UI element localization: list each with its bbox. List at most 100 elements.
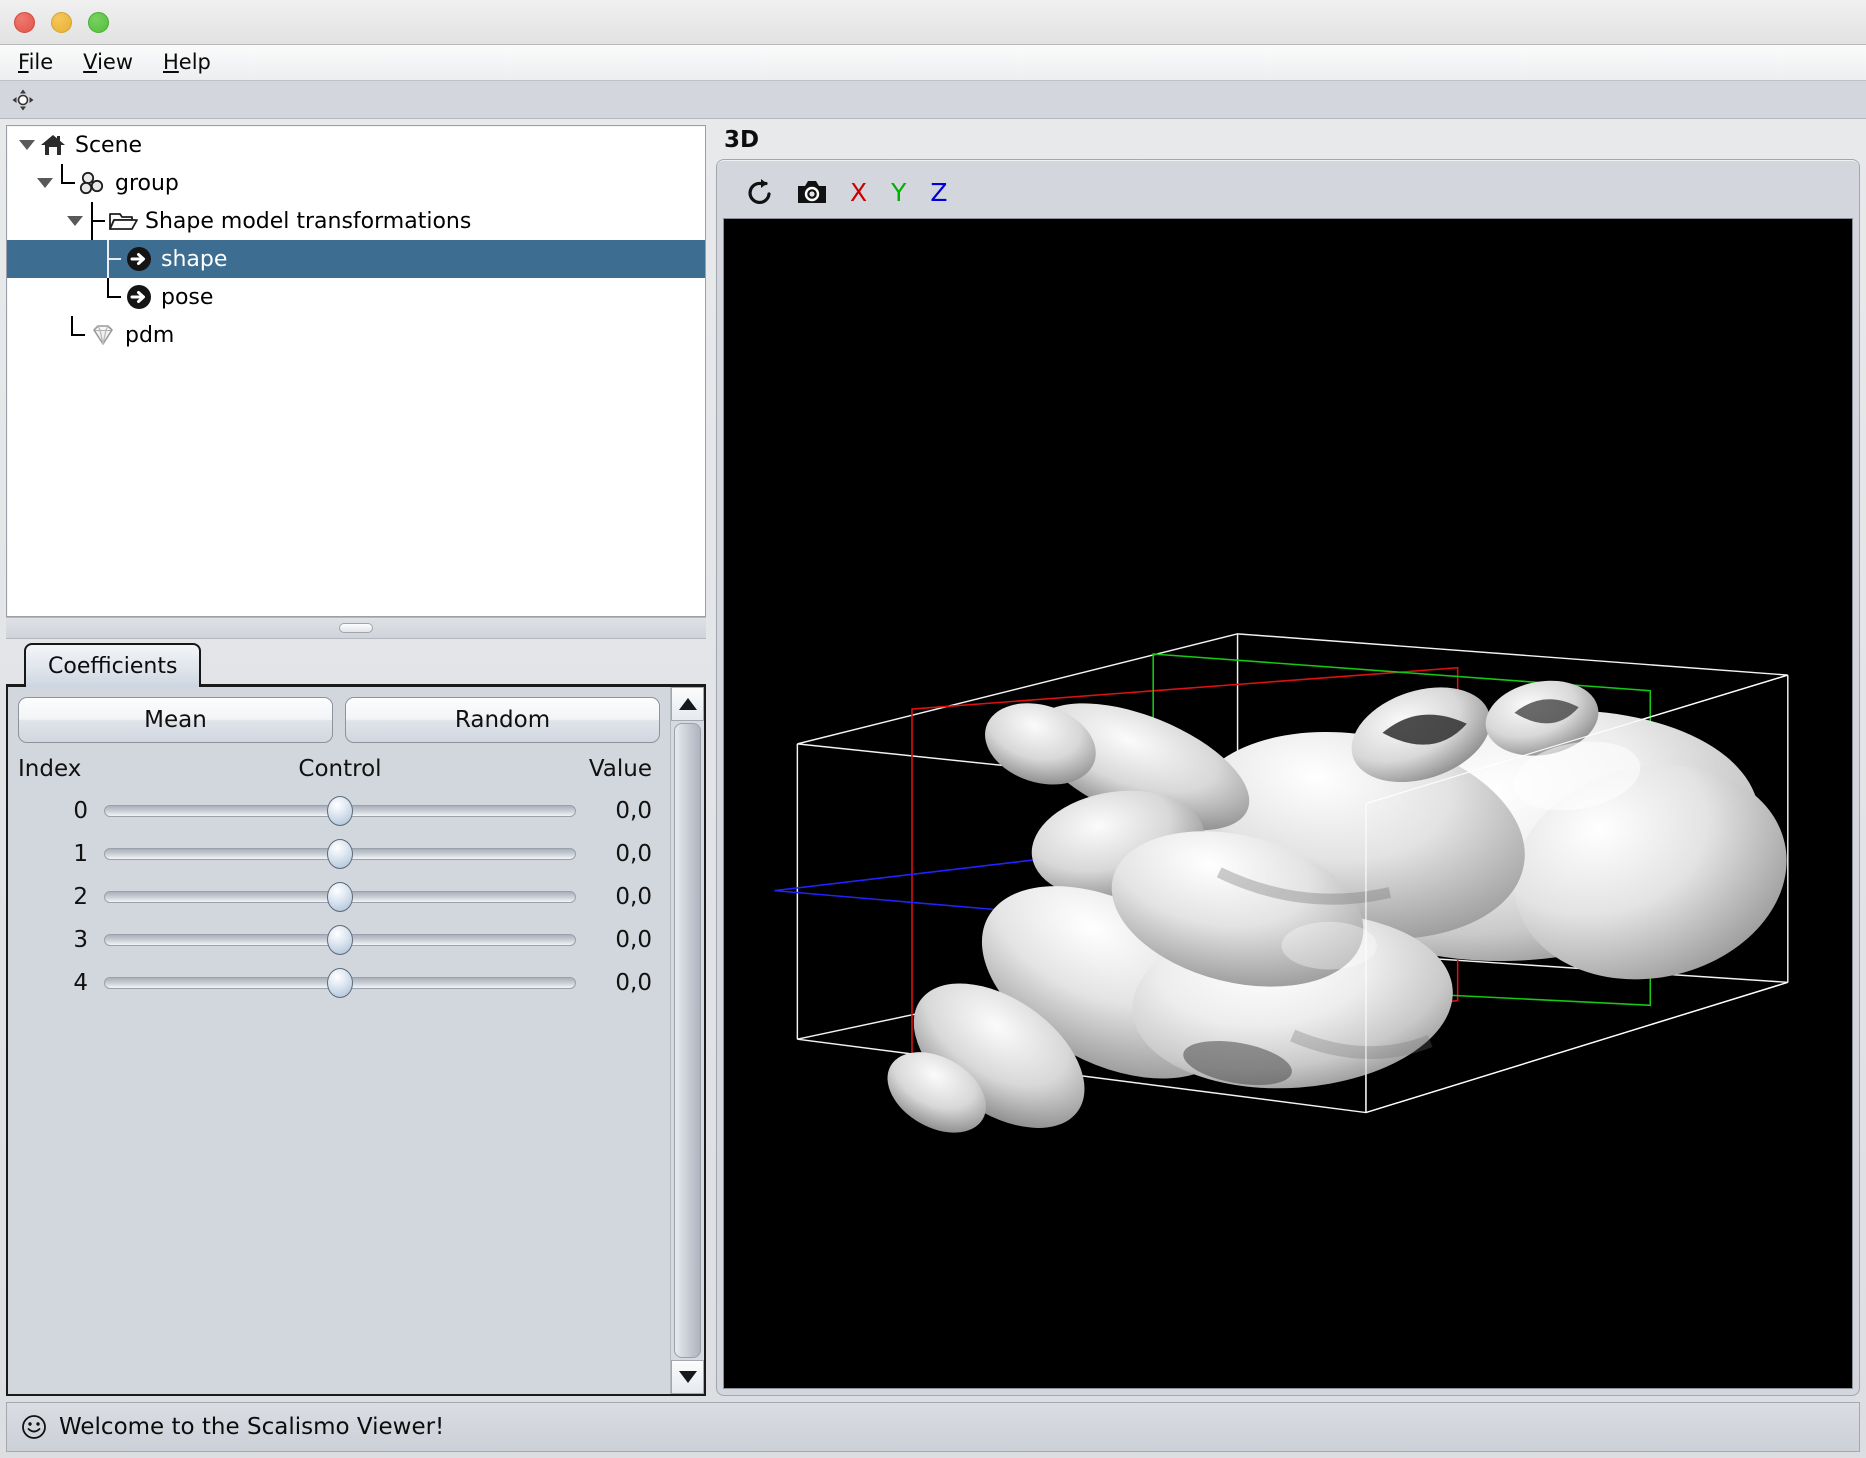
application-window: File View Help Scene group Shape model t… — [0, 0, 1866, 1458]
tree-node-pdm-label: pdm — [125, 322, 175, 348]
arrow-circle-icon — [123, 282, 155, 312]
coefficient-index: 0 — [73, 797, 88, 824]
slider-thumb[interactable] — [327, 967, 353, 998]
menu-file[interactable]: File — [14, 50, 57, 75]
coefficient-slider[interactable] — [104, 961, 576, 1004]
coefficient-slider[interactable] — [104, 832, 576, 875]
coefficient-slider[interactable] — [104, 875, 576, 918]
coefficients-body: Mean Random Index Control Value 0 0,0 1 … — [8, 687, 670, 1394]
triangle-up-icon — [678, 698, 697, 710]
reset-camera-button[interactable] — [743, 175, 777, 209]
window-controls — [14, 11, 109, 33]
close-button[interactable] — [14, 11, 35, 33]
tree-node-shape-model-transformations[interactable]: Shape model transformations — [7, 202, 705, 240]
shape-model-transformations-expand-toggle[interactable] — [65, 202, 85, 240]
tree-connector — [85, 202, 107, 240]
camera-icon — [798, 181, 826, 203]
slider-thumb[interactable] — [327, 795, 353, 826]
slider-thumb[interactable] — [327, 838, 353, 869]
axis-y-button[interactable]: Y — [888, 178, 909, 207]
tree-connector — [65, 316, 87, 354]
axis-x-button[interactable]: X — [847, 178, 870, 207]
maximize-button[interactable] — [88, 11, 109, 33]
home-icon — [37, 130, 69, 160]
scroll-up-button[interactable] — [671, 687, 704, 721]
coefficient-index: 4 — [73, 969, 88, 996]
3d-scene — [724, 358, 1852, 1249]
random-button-label: Random — [454, 707, 551, 733]
tree-node-group-label: group — [115, 170, 179, 196]
scroll-down-button[interactable] — [671, 1360, 704, 1394]
tree-node-scene[interactable]: Scene — [7, 126, 705, 164]
tree-node-shape-label: shape — [161, 246, 228, 272]
coefficient-row: 4 0,0 — [18, 961, 660, 1004]
rotate-ccw-icon — [748, 179, 771, 204]
triangle-down-icon — [678, 1371, 697, 1383]
tree-node-pose[interactable]: pose — [7, 278, 705, 316]
minimize-button[interactable] — [51, 11, 72, 33]
menu-help-mnemonic: H — [163, 50, 179, 74]
group-expand-toggle[interactable] — [35, 164, 55, 202]
scene-tree[interactable]: Scene group Shape model transformations … — [6, 125, 706, 617]
left-pane: Scene group Shape model transformations … — [6, 125, 706, 1396]
scrollbar-thumb[interactable] — [674, 723, 701, 1358]
tree-connector — [101, 278, 123, 316]
menu-help-rest: elp — [178, 50, 211, 74]
slider-thumb[interactable] — [327, 881, 353, 912]
coefficient-row: 2 0,0 — [18, 875, 660, 918]
tree-node-scene-label: Scene — [75, 132, 143, 158]
tree-connector — [55, 164, 77, 202]
coefficient-row: 3 0,0 — [18, 918, 660, 961]
viewport-frame: X Y Z — [716, 159, 1860, 1396]
axis-z-button[interactable]: Z — [927, 178, 950, 207]
pane-splitter[interactable] — [6, 617, 706, 639]
menu-file-rest: ile — [28, 50, 54, 74]
tree-node-shape-model-transformations-label: Shape model transformations — [145, 208, 472, 234]
coefficients-scrollbar[interactable] — [670, 687, 704, 1394]
status-message: Welcome to the Scalismo Viewer! — [59, 1414, 445, 1440]
slider-thumb[interactable] — [327, 924, 353, 955]
tree-node-pose-label: pose — [161, 284, 214, 310]
coefficient-index: 2 — [73, 883, 88, 910]
tree-node-pdm[interactable]: pdm — [7, 316, 705, 354]
tree-node-shape[interactable]: shape — [7, 240, 705, 278]
coefficient-row: 0 0,0 — [18, 789, 660, 832]
menu-view-rest: iew — [97, 50, 133, 74]
header-value: Value — [588, 756, 652, 782]
tab-coefficients[interactable]: Coefficients — [24, 643, 202, 687]
scene-expand-toggle[interactable] — [17, 126, 37, 164]
splitter-grip[interactable] — [339, 623, 373, 633]
group-icon — [77, 168, 109, 198]
tab-strip: Coefficients — [6, 639, 706, 687]
arrow-circle-icon — [123, 244, 155, 274]
diamond-icon — [87, 320, 119, 350]
coefficient-value: 0,0 — [615, 840, 652, 867]
random-button[interactable]: Random — [345, 697, 660, 743]
coefficient-index: 3 — [73, 926, 88, 953]
3d-canvas[interactable] — [723, 218, 1853, 1389]
smiley-icon — [22, 1415, 46, 1439]
coefficient-row: 1 0,0 — [18, 832, 660, 875]
right-pane: 3D X Y Z — [706, 125, 1860, 1396]
coefficient-slider[interactable] — [104, 918, 576, 961]
folder-open-icon — [107, 206, 139, 236]
move-tool-button[interactable] — [10, 87, 36, 113]
move-icon — [12, 89, 34, 110]
tree-node-group[interactable]: group — [7, 164, 705, 202]
tab-coefficients-label: Coefficients — [48, 653, 178, 679]
menu-view[interactable]: View — [79, 50, 137, 75]
coefficient-value: 0,0 — [615, 926, 652, 953]
coefficients-button-row: Mean Random — [18, 697, 660, 743]
mean-button[interactable]: Mean — [18, 697, 333, 743]
screenshot-button[interactable] — [795, 175, 829, 209]
coefficient-slider[interactable] — [104, 789, 576, 832]
tree-connector — [101, 240, 123, 278]
viewport-title: 3D — [724, 127, 760, 153]
viewport-toolbar: X Y Z — [723, 166, 1853, 218]
coefficient-value: 0,0 — [615, 883, 652, 910]
menu-bar: File View Help — [0, 45, 1866, 81]
menu-help[interactable]: Help — [159, 50, 215, 75]
coefficient-value: 0,0 — [615, 969, 652, 996]
mean-button-label: Mean — [144, 707, 207, 733]
title-bar — [0, 0, 1866, 45]
